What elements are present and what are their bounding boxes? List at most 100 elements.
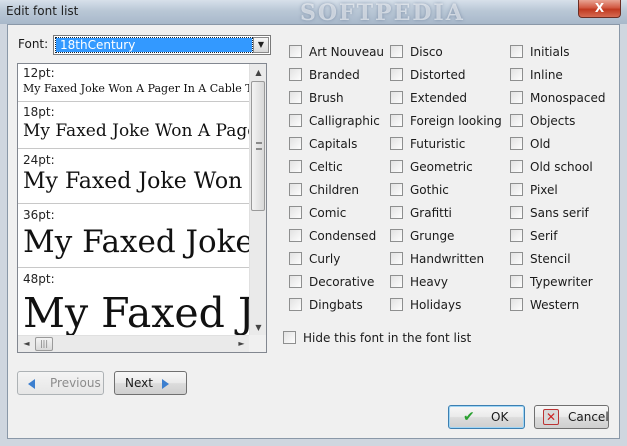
checkbox-initials[interactable]: Initials <box>510 44 569 62</box>
checkbox-handwritten[interactable]: Handwritten <box>390 251 484 269</box>
checkbox-stencil[interactable]: Stencil <box>510 251 571 269</box>
checkbox-box[interactable] <box>289 137 302 150</box>
checkbox-box[interactable] <box>390 114 403 127</box>
checkbox-box[interactable] <box>510 206 523 219</box>
checkbox-box[interactable] <box>390 252 403 265</box>
checkbox-label: Pixel <box>530 183 558 197</box>
checkbox-box[interactable] <box>289 68 302 81</box>
checkbox-distorted[interactable]: Distorted <box>390 67 466 85</box>
checkbox-box[interactable] <box>510 275 523 288</box>
checkbox-branded[interactable]: Branded <box>289 67 360 85</box>
font-dropdown[interactable]: 18thCentury ▼ <box>53 35 271 55</box>
checkbox-box[interactable] <box>510 252 523 265</box>
checkbox-box[interactable] <box>289 275 302 288</box>
ok-button[interactable]: ✔ OK <box>448 405 525 429</box>
checkbox-grafitti[interactable]: Grafitti <box>390 205 452 223</box>
checkbox-grunge[interactable]: Grunge <box>390 228 454 246</box>
chevron-down-icon[interactable]: ▼ <box>253 37 269 53</box>
checkbox-extended[interactable]: Extended <box>390 90 467 108</box>
checkbox-box[interactable] <box>283 331 296 344</box>
checkbox-western[interactable]: Western <box>510 297 579 315</box>
checkbox-box[interactable] <box>390 137 403 150</box>
checkbox-condensed[interactable]: Condensed <box>289 228 376 246</box>
preview-sample-48pt: 48pt: My Faxed Joke Won A Pager In A Cab… <box>18 268 250 336</box>
scroll-right-icon[interactable]: ► <box>233 336 250 352</box>
checkbox-box[interactable] <box>289 114 302 127</box>
checkbox-box[interactable] <box>390 229 403 242</box>
checkbox-capitals[interactable]: Capitals <box>289 136 357 154</box>
checkbox-old[interactable]: Old <box>510 136 550 154</box>
checkbox-box[interactable] <box>289 229 302 242</box>
checkbox-gothic[interactable]: Gothic <box>390 182 449 200</box>
checkbox-foreign-looking[interactable]: Foreign looking <box>390 113 502 131</box>
horizontal-scrollbar[interactable]: ◄ ||| ► <box>18 335 250 352</box>
checkbox-monospaced[interactable]: Monospaced <box>510 90 605 108</box>
checkbox-label: Grunge <box>410 229 455 243</box>
preview-sample-36pt: 36pt: My Faxed Joke Won A Pager In A Cab… <box>18 204 250 268</box>
checkbox-objects[interactable]: Objects <box>510 113 575 131</box>
checkbox-sans-serif[interactable]: Sans serif <box>510 205 589 223</box>
checkbox-box[interactable] <box>510 45 523 58</box>
checkbox-box[interactable] <box>510 298 523 311</box>
checkbox-celtic[interactable]: Celtic <box>289 159 343 177</box>
checkbox-pixel[interactable]: Pixel <box>510 182 558 200</box>
checkbox-box[interactable] <box>390 275 403 288</box>
checkbox-box[interactable] <box>289 183 302 196</box>
checkbox-curly[interactable]: Curly <box>289 251 340 269</box>
checkbox-serif[interactable]: Serif <box>510 228 558 246</box>
checkbox-box[interactable] <box>510 68 523 81</box>
checkbox-futuristic[interactable]: Futuristic <box>390 136 465 154</box>
checkbox-box[interactable] <box>510 91 523 104</box>
category-checkbox-grid: Art Nouveau Branded Brush Calligraphic C… <box>289 44 609 314</box>
checkbox-calligraphic[interactable]: Calligraphic <box>289 113 380 131</box>
checkbox-box[interactable] <box>390 91 403 104</box>
checkbox-old-school[interactable]: Old school <box>510 159 593 177</box>
checkbox-box[interactable] <box>510 137 523 150</box>
checkbox-children[interactable]: Children <box>289 182 359 200</box>
font-dropdown-value: 18thCentury <box>55 37 253 53</box>
checkbox-brush[interactable]: Brush <box>289 90 344 108</box>
checkbox-box[interactable] <box>390 183 403 196</box>
vertical-scroll-thumb[interactable] <box>251 81 265 211</box>
checkbox-dingbats[interactable]: Dingbats <box>289 297 363 315</box>
checkbox-box[interactable] <box>390 160 403 173</box>
hide-font-checkbox[interactable]: Hide this font in the font list <box>283 331 471 345</box>
next-button[interactable]: Next <box>114 371 187 395</box>
checkbox-box[interactable] <box>510 160 523 173</box>
checkbox-heavy[interactable]: Heavy <box>390 274 448 292</box>
checkbox-label: Heavy <box>410 275 448 289</box>
previous-button[interactable]: Previous <box>17 371 104 395</box>
checkbox-label: Children <box>309 183 359 197</box>
checkbox-box[interactable] <box>390 68 403 81</box>
horizontal-scroll-thumb[interactable]: ||| <box>35 337 53 351</box>
checkbox-box[interactable] <box>289 206 302 219</box>
checkbox-label: Branded <box>309 68 360 82</box>
checkbox-box[interactable] <box>390 45 403 58</box>
close-button[interactable]: X <box>578 0 621 18</box>
scroll-left-icon[interactable]: ◄ <box>18 336 35 352</box>
vertical-scrollbar[interactable]: ▲ ▼ <box>249 64 266 336</box>
checkbox-box[interactable] <box>289 45 302 58</box>
checkbox-box[interactable] <box>289 298 302 311</box>
checkbox-art-nouveau[interactable]: Art Nouveau <box>289 44 384 62</box>
checkbox-box[interactable] <box>289 252 302 265</box>
checkbox-box[interactable] <box>510 114 523 127</box>
checkbox-box[interactable] <box>289 160 302 173</box>
checkbox-box[interactable] <box>510 229 523 242</box>
checkbox-label: Distorted <box>410 68 466 82</box>
checkbox-decorative[interactable]: Decorative <box>289 274 374 292</box>
checkbox-box[interactable] <box>510 183 523 196</box>
scroll-up-icon[interactable]: ▲ <box>250 64 266 81</box>
checkbox-comic[interactable]: Comic <box>289 205 346 223</box>
checkbox-box[interactable] <box>390 206 403 219</box>
checkbox-disco[interactable]: Disco <box>390 44 443 62</box>
checkbox-typewriter[interactable]: Typewriter <box>510 274 593 292</box>
cancel-button[interactable]: ✕ Cancel <box>534 405 609 429</box>
preview-sample-18pt: 18pt: My Faxed Joke Won A Pager In A Cab… <box>18 102 250 149</box>
checkbox-inline[interactable]: Inline <box>510 67 563 85</box>
checkbox-holidays[interactable]: Holidays <box>390 297 461 315</box>
checkbox-geometric[interactable]: Geometric <box>390 159 473 177</box>
scroll-down-icon[interactable]: ▼ <box>250 319 266 336</box>
checkbox-box[interactable] <box>289 91 302 104</box>
checkbox-box[interactable] <box>390 298 403 311</box>
